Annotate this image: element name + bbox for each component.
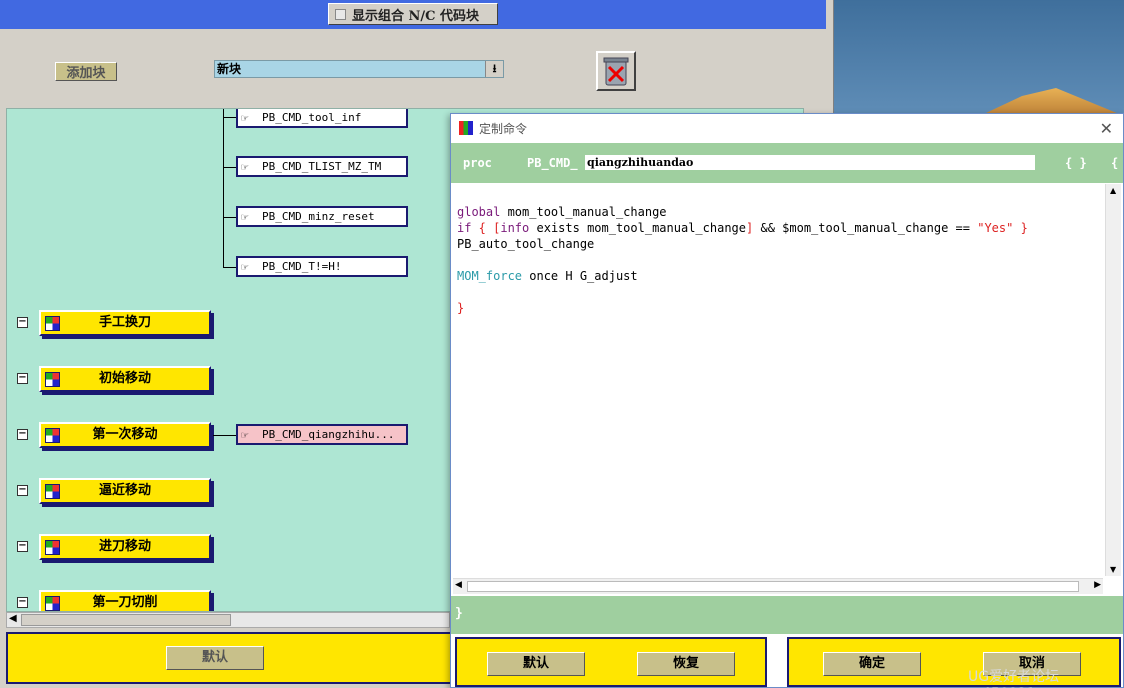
block-select-value: 新块 [217, 62, 242, 76]
sequence-icon [45, 316, 60, 331]
collapse-toggle[interactable]: − [17, 541, 28, 552]
checkbox-icon [335, 8, 346, 20]
command-label: PB_CMD_TLIST_MZ_TM [262, 160, 382, 173]
proc-header-bar: proc PB_CMD_ qiangzhihuandao { } { [451, 143, 1123, 183]
nc-toggle-checkbox[interactable]: 显示组合 N/C 代码块 [328, 3, 498, 25]
nc-toggle-label: 显示组合 N/C 代码块 [352, 8, 480, 24]
proc-open-brace: { [1111, 156, 1119, 170]
sequence-node[interactable]: 第一刀切削 [39, 590, 211, 611]
code-token: exists mom_tool_manual_change [529, 221, 747, 235]
add-block-button[interactable]: 添加块 [55, 62, 117, 81]
sequence-node[interactable]: 第一次移动 [39, 422, 211, 448]
tree-connector [213, 435, 237, 436]
app-icon [459, 121, 473, 135]
collapse-toggle[interactable]: − [17, 429, 28, 440]
watermark: UG爱好者论坛@450921 [968, 669, 1060, 688]
code-horizontal-scrollbar[interactable]: ◀ ▶ [453, 578, 1103, 594]
scroll-right-icon[interactable]: ▶ [1094, 580, 1101, 590]
proc-name-input[interactable]: qiangzhihuandao [585, 155, 1035, 170]
sequence-icon [45, 372, 60, 387]
top-bar: 显示组合 N/C 代码块 [0, 0, 826, 29]
tree-connector [223, 167, 237, 168]
code-editor[interactable]: global mom_tool_manual_change if { [info… [453, 184, 1105, 576]
dialog-titlebar: 定制命令 [451, 114, 1123, 142]
sequence-label: 第一次移动 [92, 427, 158, 442]
code-token: once H G_adjust [522, 269, 638, 283]
dialog-default-button[interactable]: 默认 [487, 652, 585, 676]
proc-close-brace: } [455, 606, 463, 621]
collapse-toggle[interactable]: − [17, 373, 28, 384]
tree-horizontal-scrollbar[interactable]: ◀ [6, 612, 450, 628]
sequence-node[interactable]: 手工换刀 [39, 310, 211, 336]
scroll-left-icon[interactable]: ◀ [455, 580, 462, 590]
code-token: && $mom_tool_manual_change == [753, 221, 978, 235]
scroll-thumb[interactable] [21, 614, 231, 626]
tree-connector [223, 267, 237, 268]
proc-prefix: PB_CMD_ [527, 156, 578, 170]
scroll-down-icon[interactable]: ▼ [1110, 565, 1116, 574]
command-node[interactable]: ☞ PB_CMD_T!=H! [236, 256, 408, 277]
main-button-bar: 默认 [6, 632, 452, 684]
hand-pointer-icon: ☞ [241, 111, 249, 125]
scroll-up-icon[interactable]: ▲ [1110, 186, 1116, 195]
trash-icon [603, 57, 629, 86]
tree-connector [223, 217, 237, 218]
hand-pointer-icon: ☞ [241, 160, 249, 174]
code-token: } [1013, 221, 1028, 235]
sequence-label: 进刀移动 [98, 539, 151, 554]
dialog-left-button-bar: 默认 恢复 [455, 637, 767, 687]
code-token: PB_auto_tool_change [457, 237, 595, 251]
code-token: "Yes" [977, 221, 1014, 235]
code-token: if [457, 221, 472, 235]
command-label: PB_CMD_tool_inf [262, 111, 362, 124]
code-token: MOM_force [457, 269, 523, 283]
sequence-node[interactable]: 初始移动 [39, 366, 211, 392]
command-label: PB_CMD_minz_reset [262, 210, 375, 223]
command-node[interactable]: ☞ PB_CMD_minz_reset [236, 206, 408, 227]
restore-button[interactable]: 恢复 [637, 652, 735, 676]
close-icon[interactable]: ✕ [1100, 119, 1113, 138]
custom-command-dialog: 定制命令 ✕ proc PB_CMD_ qiangzhihuandao { } … [450, 113, 1124, 688]
trash-button[interactable] [596, 51, 636, 91]
tree-connector [223, 109, 224, 267]
ok-button[interactable]: 确定 [823, 652, 921, 676]
sequence-node[interactable]: 逼近移动 [39, 478, 211, 504]
tree-connector [223, 117, 237, 118]
scroll-thumb[interactable] [467, 581, 1079, 592]
sequence-icon [45, 540, 60, 555]
code-token: { [ [471, 221, 501, 235]
command-label: PB_CMD_qiangzhihu... [262, 428, 395, 441]
sequence-label: 第一刀切削 [92, 595, 158, 610]
proc-braces: { } [1065, 156, 1087, 170]
code-vertical-scrollbar[interactable]: ▲ ▼ [1105, 184, 1121, 576]
code-token: } [457, 301, 465, 315]
sequence-icon [45, 484, 60, 499]
sequence-icon [45, 596, 60, 611]
collapse-toggle[interactable]: − [17, 317, 28, 328]
collapse-toggle[interactable]: − [17, 597, 28, 608]
sequence-label: 逼近移动 [98, 483, 151, 498]
code-token: global [457, 205, 501, 219]
sequence-node[interactable]: 进刀移动 [39, 534, 211, 560]
command-label: PB_CMD_T!=H! [262, 260, 342, 273]
code-token: info [500, 221, 530, 235]
dropdown-arrow-icon[interactable]: ⭳ [485, 61, 503, 77]
hand-pointer-icon: ☞ [241, 260, 249, 274]
default-button[interactable]: 默认 [166, 646, 264, 670]
command-node[interactable]: ☞ PB_CMD_tool_inf [236, 109, 408, 128]
sequence-label: 手工换刀 [98, 315, 151, 330]
sequence-icon [45, 428, 60, 443]
command-node[interactable]: ☞ PB_CMD_TLIST_MZ_TM [236, 156, 408, 177]
scroll-left-icon[interactable]: ◀ [9, 613, 17, 624]
proc-footer-bar: } [451, 596, 1123, 634]
proc-keyword: proc [463, 156, 492, 170]
code-token: mom_tool_manual_change [500, 205, 667, 219]
block-select[interactable]: 新块 ⭳ [214, 60, 504, 78]
dialog-title: 定制命令 [479, 121, 528, 136]
sequence-label: 初始移动 [98, 371, 151, 386]
collapse-toggle[interactable]: − [17, 485, 28, 496]
hand-pointer-icon: ☞ [241, 428, 249, 442]
selected-command-node[interactable]: ☞ PB_CMD_qiangzhihu... [236, 424, 408, 445]
hand-pointer-icon: ☞ [241, 210, 249, 224]
